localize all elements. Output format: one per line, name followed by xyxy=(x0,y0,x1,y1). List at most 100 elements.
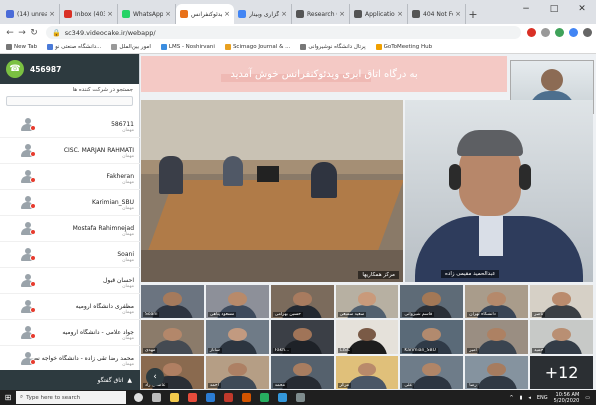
participant-item[interactable]: Mostafa Rahimnejad مهمان xyxy=(0,216,140,242)
forward-icon[interactable]: → xyxy=(16,28,28,38)
participant-role: مهمان xyxy=(122,154,134,159)
app-icon[interactable] xyxy=(296,393,305,402)
close-tab-icon[interactable]: × xyxy=(397,10,403,18)
participant-video-tile[interactable]: ناصر xyxy=(530,285,593,319)
browser-tab[interactable]: Application× xyxy=(350,4,408,24)
notification-icon[interactable]: ▭ xyxy=(585,395,590,401)
tile-person-head xyxy=(292,292,312,306)
participant-video-tile[interactable]: رضا xyxy=(465,355,529,389)
cortana-icon[interactable] xyxy=(134,393,143,402)
chat-room-bar[interactable]: اتاق گفتگو ▲ xyxy=(0,370,140,390)
close-tab-icon[interactable]: × xyxy=(165,10,171,18)
network-icon[interactable]: ▮ xyxy=(520,395,523,401)
browser-tab[interactable]: برگزاری وبینار -× xyxy=(234,4,292,24)
participant-video-tile[interactable]: قاسم شیروانی xyxy=(400,285,464,319)
minimize-button[interactable]: − xyxy=(512,0,540,18)
participant-search-input[interactable] xyxy=(6,96,133,106)
participant-item[interactable]: Soani مهمان xyxy=(0,242,140,268)
participant-item[interactable]: مظفری دانشگاه ارومیه مهمان xyxy=(0,294,140,320)
bookmark-icon xyxy=(111,44,118,50)
participant-item[interactable]: Karimian_SBU مهمان xyxy=(0,190,140,216)
bookmark-item[interactable]: دانشگاه صنعتی نو... xyxy=(47,44,101,50)
word-icon[interactable] xyxy=(206,393,215,402)
browser-tab[interactable]: WhatsApp × xyxy=(118,4,176,24)
maximize-button[interactable]: □ xyxy=(540,0,568,18)
url-field[interactable]: 🔒 sc349.videocake.ir/webapp/ xyxy=(46,26,521,39)
chevron-up-icon[interactable]: ^ xyxy=(509,395,513,401)
browser-tab[interactable]: Inbox (403) -× xyxy=(60,4,118,24)
participant-video-tile[interactable]: Fakh... xyxy=(270,320,334,354)
participant-role: مهمان xyxy=(122,180,134,185)
participant-video-tile[interactable]: احمد xyxy=(205,355,269,389)
participant-video-tile[interactable]: حمید xyxy=(530,320,593,354)
participant-video-tile[interactable]: سعید سمیعی xyxy=(335,285,399,319)
bookmark-item[interactable]: پرتال دانشگاه نوشیروانی xyxy=(300,44,366,50)
close-tab-icon[interactable]: × xyxy=(107,10,113,18)
more-participants-tile[interactable]: +12 xyxy=(530,355,593,389)
extension-icon[interactable] xyxy=(527,28,536,37)
participant-video-tile[interactable]: مهدی xyxy=(141,320,204,354)
participant-video-tile[interactable]: ساناز xyxy=(205,320,269,354)
room-participant xyxy=(159,156,183,194)
menu-icon[interactable] xyxy=(583,28,592,37)
participant-role: مهمان xyxy=(122,128,134,133)
participant-item[interactable]: Fakheran مهمان xyxy=(0,164,140,190)
status-badge xyxy=(30,307,36,313)
participant-item[interactable]: 586711 مهمان xyxy=(0,112,140,138)
task-view-icon[interactable] xyxy=(152,393,161,402)
excel-icon[interactable] xyxy=(260,393,269,402)
participant-item[interactable]: محمد رضا تقی زاده - دانشگاه خواجه نصیر مه… xyxy=(0,346,140,370)
active-speaker-video[interactable]: عبدالحمید مقیمی زاده xyxy=(405,100,593,282)
windows-start-icon[interactable]: ⊞ xyxy=(0,390,16,405)
participant-video-tile[interactable]: امیر xyxy=(465,320,529,354)
close-tab-icon[interactable]: × xyxy=(339,10,345,18)
participant-video-tile[interactable]: علی xyxy=(400,355,464,389)
participant-video-tile[interactable]: حسین بهرامی xyxy=(270,285,334,319)
close-window-button[interactable]: ✕ xyxy=(568,0,596,18)
participant-video-tile[interactable]: مرکز xyxy=(335,355,399,389)
bookmark-item[interactable]: New Tab xyxy=(6,44,37,50)
file-explorer-icon[interactable] xyxy=(170,393,179,402)
participant-video-tile[interactable]: دانشگاه تهران xyxy=(465,285,529,319)
acrobat-icon[interactable] xyxy=(224,393,233,402)
back-icon[interactable]: ← xyxy=(4,28,16,38)
volume-icon[interactable]: ◂ xyxy=(528,395,531,401)
system-clock[interactable]: 10:56 AM 5/20/2020 xyxy=(554,392,580,404)
close-tab-icon[interactable]: × xyxy=(455,10,461,18)
chrome-icon[interactable] xyxy=(188,393,197,402)
bookmark-item[interactable]: Scimago Journal & ... xyxy=(224,44,290,50)
star-icon[interactable] xyxy=(541,28,550,37)
close-tab-icon[interactable]: × xyxy=(49,10,55,18)
browser-tab[interactable]: Research Gate× xyxy=(292,4,350,24)
participant-item[interactable]: احسان قبول مهمان xyxy=(0,268,140,294)
close-tab-icon[interactable]: × xyxy=(224,10,230,18)
tile-name-label: ناصر xyxy=(532,312,546,318)
participant-video-tile[interactable]: CISC xyxy=(335,320,399,354)
collapse-sidebar-button[interactable]: ‹ xyxy=(146,368,164,386)
extension-icon[interactable] xyxy=(555,28,564,37)
close-tab-icon[interactable]: × xyxy=(281,10,287,18)
user-avatar-icon xyxy=(21,196,36,209)
new-tab-button[interactable]: + xyxy=(466,4,480,24)
participant-video-tile[interactable]: Soani xyxy=(141,285,204,319)
bookmark-item[interactable]: GoToMeeting Hub xyxy=(375,44,432,50)
participant-video-tile[interactable]: مسعود پناهی xyxy=(205,285,269,319)
powerpoint-icon[interactable] xyxy=(242,393,251,402)
participant-item[interactable]: CISC. MARJAN RAHMATI مهمان xyxy=(0,138,140,164)
bookmark-item[interactable]: LMS - Noshirvani xyxy=(160,44,215,50)
app-icon[interactable] xyxy=(278,393,287,402)
browser-tab[interactable]: (14) unread× xyxy=(2,4,60,24)
room-participant xyxy=(223,156,243,186)
participant-item[interactable]: جواد علامی - دانشگاه ارومیه مهمان xyxy=(0,320,140,346)
taskbar-search-input[interactable]: ⌕ Type here to search xyxy=(16,391,126,404)
reload-icon[interactable]: ↻ xyxy=(28,28,40,38)
profile-icon[interactable] xyxy=(569,28,578,37)
browser-tab[interactable]: ویدئوکنفرانس × xyxy=(176,4,234,24)
bookmark-item[interactable]: امور بین‌الملل xyxy=(111,44,151,50)
browser-tab[interactable]: 404 Not Found× xyxy=(408,4,466,24)
room-camera-video[interactable]: مرکز همکاریها xyxy=(141,100,403,282)
participant-video-tile[interactable]: محمد xyxy=(270,355,334,389)
participant-video-tile[interactable]: Karimian_SBU xyxy=(400,320,464,354)
tile-person-head xyxy=(292,327,312,341)
language-indicator[interactable]: ENG xyxy=(537,395,548,401)
